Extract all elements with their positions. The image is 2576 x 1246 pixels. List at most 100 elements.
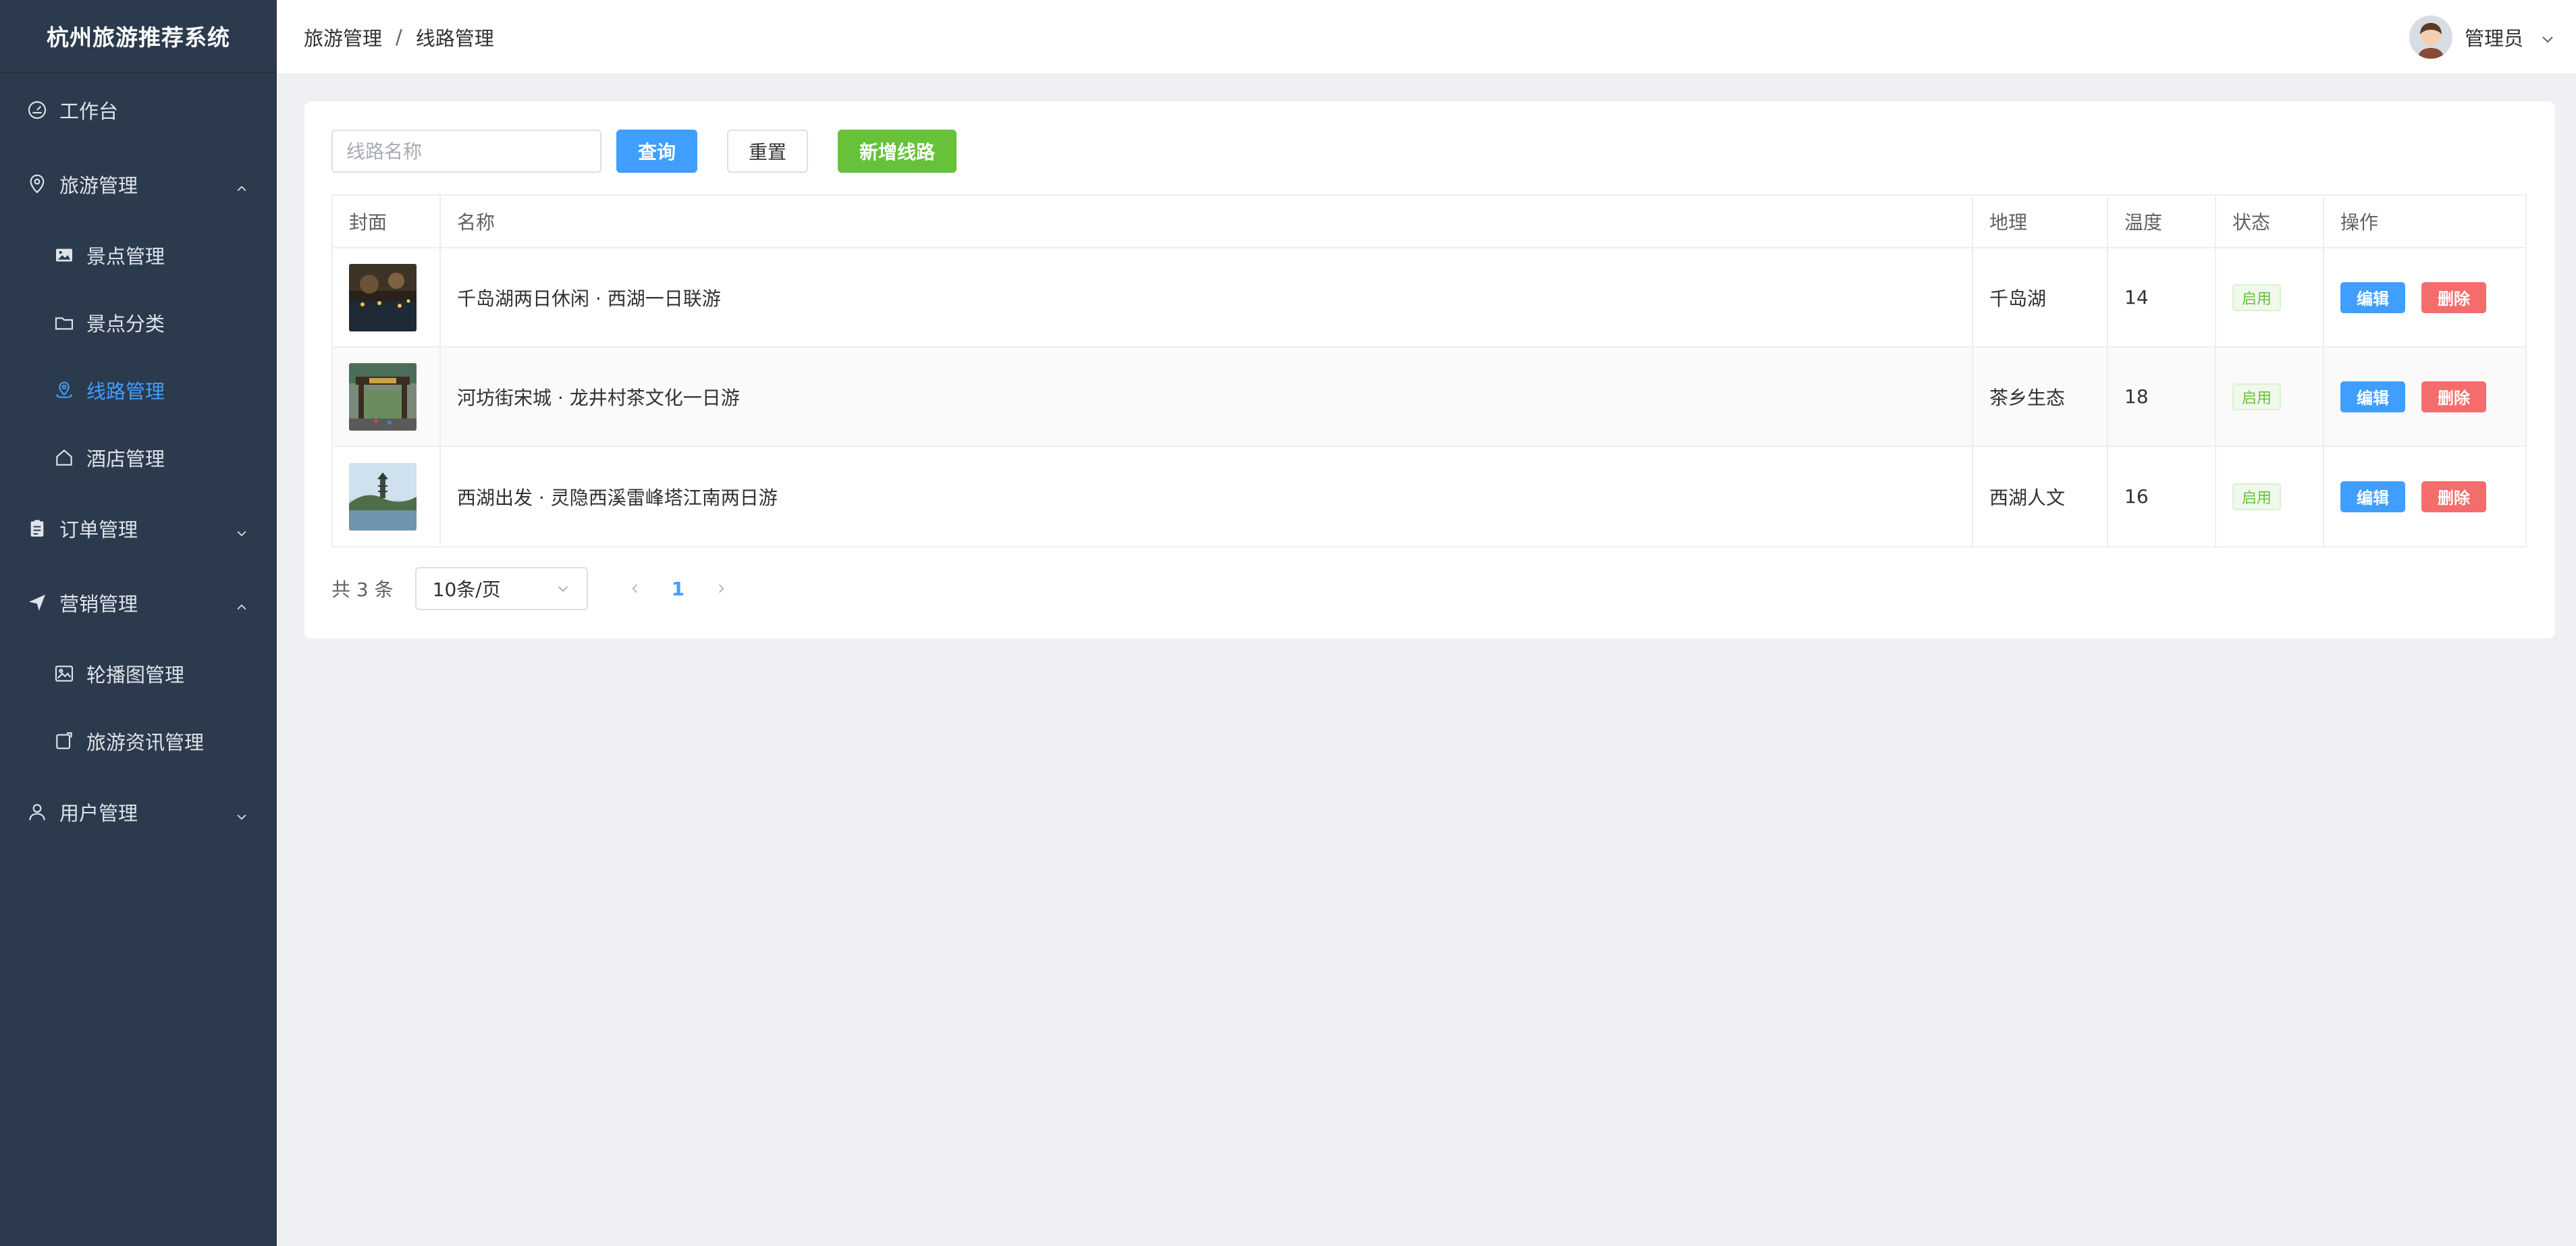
sidebar-item-spots[interactable]: 景点管理 (0, 221, 277, 289)
column-header-actions: 操作 (2340, 211, 2379, 234)
route-geo: 西湖人文 (1973, 447, 2108, 546)
user-menu[interactable]: 管理员 (2409, 0, 2556, 74)
chevron-down-icon (235, 805, 248, 820)
image-icon (53, 244, 76, 267)
route-name: 河坊街宋城 · 龙井村茶文化一日游 (441, 348, 1973, 445)
delete-button[interactable]: 删除 (2421, 281, 2486, 313)
chevron-left-icon (632, 584, 637, 593)
route-name: 西湖出发 · 灵隐西溪雷峰塔江南两日游 (441, 447, 1973, 546)
page-number-current[interactable]: 1 (672, 578, 685, 600)
chevron-right-icon (719, 584, 724, 593)
sidebar-item-routes[interactable]: 线路管理 (0, 356, 277, 424)
edit-button[interactable]: 编辑 (2340, 281, 2405, 313)
add-route-button[interactable]: 新增线路 (838, 130, 957, 173)
actions-cell: 编辑 删除 (2324, 248, 2525, 346)
route-list-card: 查询 重置 新增线路 封面 名称 地理 温度 状态 操作 (304, 101, 2555, 639)
actions-cell: 编辑 删除 (2324, 348, 2525, 445)
location-icon (26, 173, 49, 196)
sidebar-item-carousel[interactable]: 轮播图管理 (0, 640, 277, 707)
sidebar: 杭州旅游推荐系统 工作台 旅游管理 景点管理 景点分类 线路管理 酒店管理 订单… (0, 0, 277, 1246)
breadcrumb-separator: / (396, 25, 402, 49)
search-toolbar: 查询 重置 新增线路 (331, 130, 957, 173)
route-cover-image (349, 362, 417, 431)
sidebar-item-label: 线路管理 (86, 380, 165, 403)
sidebar-item-label: 工作台 (59, 100, 119, 123)
page-size-value: 10条/页 (432, 578, 501, 601)
status-badge: 启用 (2232, 483, 2282, 510)
route-cover-image (349, 263, 417, 331)
status-cell: 启用 (2216, 348, 2324, 445)
edit-button[interactable]: 编辑 (2340, 481, 2405, 512)
send-icon (26, 591, 49, 614)
sidebar-item-label: 用户管理 (59, 802, 138, 825)
page-size-select[interactable]: 10条/页 (414, 567, 588, 610)
delete-button[interactable]: 删除 (2421, 381, 2486, 412)
sidebar-item-label: 旅游管理 (59, 174, 138, 197)
sidebar-item-label: 轮播图管理 (86, 663, 185, 686)
house-icon (53, 446, 76, 469)
column-header-name: 名称 (441, 196, 1973, 247)
table-header: 封面 名称 地理 温度 状态 操作 (333, 196, 2525, 248)
sidebar-item-users[interactable]: 用户管理 (0, 775, 277, 849)
sidebar-item-marketing[interactable]: 营销管理 (0, 566, 277, 640)
map-location-icon (53, 379, 76, 402)
user-name: 管理员 (2464, 27, 2523, 50)
sidebar-item-news[interactable]: 旅游资讯管理 (0, 707, 277, 775)
table-row: 河坊街宋城 · 龙井村茶文化一日游 茶乡生态 18 启用 编辑 删除 (333, 348, 2525, 447)
sidebar-item-label: 景点管理 (86, 245, 165, 268)
table-row: 千岛湖两日休闲 · 西湖一日联游 千岛湖 14 启用 编辑 删除 (333, 248, 2525, 348)
table-row: 西湖出发 · 灵隐西溪雷峰塔江南两日游 西湖人文 16 启用 编辑 删除 (333, 447, 2525, 546)
prev-page-button[interactable] (626, 579, 645, 598)
route-name: 千岛湖两日休闲 · 西湖一日联游 (441, 248, 1973, 346)
sidebar-menu: 工作台 旅游管理 景点管理 景点分类 线路管理 酒店管理 订单管理 营销管理 轮… (0, 73, 277, 849)
cover-cell (333, 248, 441, 346)
brand-title: 杭州旅游推荐系统 (0, 0, 277, 73)
avatar (2409, 16, 2452, 59)
status-cell: 启用 (2216, 248, 2324, 346)
pagination: 共 3 条 10条/页 1 (331, 567, 730, 610)
chevron-down-icon (2540, 29, 2556, 45)
route-geo: 茶乡生态 (1973, 348, 2108, 445)
sidebar-item-orders[interactable]: 订单管理 (0, 491, 277, 566)
folder-icon (53, 311, 76, 334)
query-button[interactable]: 查询 (616, 130, 697, 173)
actions-cell: 编辑 删除 (2324, 447, 2525, 546)
sidebar-item-label: 旅游资讯管理 (86, 731, 205, 754)
sidebar-item-label: 营销管理 (59, 593, 138, 616)
status-badge: 启用 (2232, 383, 2282, 410)
route-table: 封面 名称 地理 温度 状态 操作 千岛湖两日休闲 · 西湖一日联游 千岛湖 1… (331, 194, 2527, 547)
sidebar-item-categories[interactable]: 景点分类 (0, 289, 277, 356)
column-header-status: 状态 (2216, 196, 2324, 247)
chevron-down-icon (235, 522, 248, 537)
clipboard-icon (26, 517, 49, 540)
chevron-up-icon (235, 596, 248, 610)
sidebar-item-travel[interactable]: 旅游管理 (0, 147, 277, 221)
route-temp: 14 (2108, 248, 2216, 346)
chevron-up-icon (235, 178, 248, 192)
status-badge: 启用 (2232, 283, 2282, 311)
column-header-cover: 封面 (333, 196, 441, 247)
document-icon (53, 730, 76, 753)
route-temp: 18 (2108, 348, 2216, 445)
user-icon (26, 801, 49, 823)
next-page-button[interactable] (712, 579, 730, 598)
dashboard-icon (26, 99, 49, 121)
delete-button[interactable]: 删除 (2421, 481, 2486, 512)
route-geo: 千岛湖 (1973, 248, 2108, 346)
breadcrumb-item-current: 线路管理 (415, 26, 494, 50)
sidebar-item-label: 酒店管理 (86, 448, 165, 470)
sidebar-item-label: 景点分类 (86, 313, 165, 335)
sidebar-item-hotels[interactable]: 酒店管理 (0, 424, 277, 491)
picture-icon (53, 662, 76, 685)
sidebar-item-workbench[interactable]: 工作台 (0, 73, 277, 147)
reset-button[interactable]: 重置 (727, 130, 808, 173)
column-header-geo: 地理 (1973, 196, 2108, 247)
sidebar-item-label: 订单管理 (59, 518, 138, 541)
route-cover-image (349, 462, 417, 531)
edit-button[interactable]: 编辑 (2340, 381, 2405, 412)
pagination-total: 共 3 条 (331, 578, 394, 601)
breadcrumb-item-travel[interactable]: 旅游管理 (304, 23, 382, 51)
cover-cell (333, 348, 441, 445)
route-name-input[interactable] (331, 130, 601, 173)
top-header: 旅游管理 / 线路管理 管理员 (277, 0, 2576, 74)
